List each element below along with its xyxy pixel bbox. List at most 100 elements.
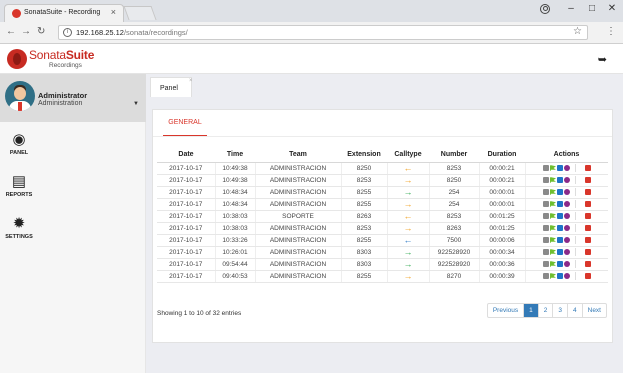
info-icon[interactable] — [543, 261, 549, 267]
pager-previous[interactable]: Previous — [488, 304, 525, 317]
info-icon[interactable] — [543, 201, 549, 207]
info-icon[interactable] — [543, 177, 549, 183]
trash-icon[interactable] — [584, 201, 591, 207]
trash-icon[interactable] — [584, 189, 591, 195]
caret-down-icon[interactable]: ▼ — [133, 101, 139, 107]
play-icon[interactable] — [564, 165, 570, 171]
browser-menu-icon[interactable]: ⋮ — [606, 26, 616, 37]
edit-icon[interactable] — [557, 261, 563, 267]
info-icon[interactable] — [543, 213, 549, 219]
table-row[interactable]: 2017-10-17 10:48:34 ADMINISTRACION 8255 → 254… — [157, 198, 608, 211]
column-header[interactable]: Calltype — [387, 147, 429, 163]
profile-icon[interactable] — [540, 4, 550, 14]
outgoing-call-arrow-icon: → — [403, 186, 413, 197]
play-icon[interactable] — [564, 237, 570, 243]
play-icon[interactable] — [564, 249, 570, 255]
pager-page-2[interactable]: 2 — [539, 304, 554, 317]
table-row[interactable]: 2017-10-17 10:49:38 ADMINISTRACION 8250 ← 825… — [157, 162, 608, 175]
edit-icon[interactable] — [557, 201, 563, 207]
info-icon[interactable] — [543, 249, 549, 255]
bookmark-star-icon[interactable]: ☆ — [573, 26, 582, 37]
play-icon[interactable] — [564, 273, 570, 279]
column-header[interactable]: Date — [157, 147, 215, 163]
cell-actions — [525, 186, 608, 199]
new-tab-button[interactable] — [123, 6, 157, 20]
table-row[interactable]: 2017-10-17 10:38:03 SOPORTE 8263 ← 8253 00:01:… — [157, 210, 608, 223]
site-info-icon[interactable]: i — [63, 28, 72, 37]
play-icon[interactable] — [564, 225, 570, 231]
pager-page-4[interactable]: 4 — [568, 304, 583, 317]
column-header[interactable]: Extension — [341, 147, 387, 163]
column-header[interactable]: Number — [429, 147, 479, 163]
flag-icon[interactable] — [550, 249, 556, 255]
edit-icon[interactable] — [557, 237, 563, 243]
edit-icon[interactable] — [557, 165, 563, 171]
sidebar-item-settings[interactable]: ✹ SETTINGS — [0, 216, 38, 241]
info-icon[interactable] — [543, 189, 549, 195]
maximize-icon[interactable]: □ — [584, 3, 600, 14]
tab-panel[interactable]: Panel × — [150, 77, 193, 97]
user-block[interactable]: Administrator Administration ▼ — [0, 74, 146, 122]
table-row[interactable]: 2017-10-17 10:49:38 ADMINISTRACION 8253 → 825… — [157, 174, 608, 187]
sidebar-item-reports[interactable]: ▤ REPORTS — [0, 174, 38, 199]
edit-icon[interactable] — [557, 225, 563, 231]
play-icon[interactable] — [564, 189, 570, 195]
tab-close-icon[interactable]: × — [111, 7, 116, 17]
play-icon[interactable] — [564, 213, 570, 219]
browser-tab[interactable]: SonataSuite - Recording × — [4, 4, 124, 22]
flag-icon[interactable] — [550, 261, 556, 267]
trash-icon[interactable] — [584, 165, 591, 171]
flag-icon[interactable] — [550, 189, 556, 195]
sidebar-item-panel[interactable]: ◉ PANEL — [0, 132, 38, 157]
window-close-icon[interactable]: ✕ — [604, 3, 620, 14]
trash-icon[interactable] — [584, 249, 591, 255]
flag-icon[interactable] — [550, 201, 556, 207]
flag-icon[interactable] — [550, 225, 556, 231]
flag-icon[interactable] — [550, 177, 556, 183]
trash-icon[interactable] — [584, 225, 591, 231]
trash-icon[interactable] — [584, 237, 591, 243]
play-icon[interactable] — [564, 261, 570, 267]
table-row[interactable]: 2017-10-17 10:48:34 ADMINISTRACION 8255 → 254… — [157, 186, 608, 199]
tab-close-icon[interactable]: × — [189, 78, 193, 84]
pager-next[interactable]: Next — [583, 304, 606, 317]
info-icon[interactable] — [543, 237, 549, 243]
subtab-general[interactable]: GENERAL — [163, 118, 207, 136]
flag-icon[interactable] — [550, 237, 556, 243]
play-icon[interactable] — [564, 177, 570, 183]
column-header[interactable]: Duration — [479, 147, 525, 163]
info-icon[interactable] — [543, 225, 549, 231]
edit-icon[interactable] — [557, 273, 563, 279]
cell-team: ADMINISTRACION — [255, 162, 342, 175]
info-icon[interactable] — [543, 165, 549, 171]
logout-icon[interactable]: ➥ — [598, 53, 607, 66]
trash-icon[interactable] — [584, 261, 591, 267]
url-input[interactable]: i 192.168.25.12/sonata/recordings/ ☆ — [58, 25, 588, 40]
play-icon[interactable] — [564, 201, 570, 207]
forward-icon[interactable]: → — [21, 26, 31, 37]
table-row[interactable]: 2017-10-17 09:40:53 ADMINISTRACION 8255 → 827… — [157, 270, 608, 283]
table-row[interactable]: 2017-10-17 10:33:26 ADMINISTRACION 8255 ← 750… — [157, 234, 608, 247]
flag-icon[interactable] — [550, 213, 556, 219]
edit-icon[interactable] — [557, 249, 563, 255]
edit-icon[interactable] — [557, 213, 563, 219]
reload-icon[interactable]: ↻ — [37, 26, 45, 37]
edit-icon[interactable] — [557, 177, 563, 183]
pager-page-1[interactable]: 1 — [524, 304, 539, 317]
minimize-icon[interactable]: – — [563, 3, 579, 14]
table-row[interactable]: 2017-10-17 10:26:01 ADMINISTRACION 8303 → 922… — [157, 246, 608, 259]
column-header[interactable]: Team — [255, 147, 341, 163]
edit-icon[interactable] — [557, 189, 563, 195]
trash-icon[interactable] — [584, 273, 591, 279]
flag-icon[interactable] — [550, 273, 556, 279]
back-icon[interactable]: ← — [6, 26, 16, 37]
column-header[interactable]: Time — [215, 147, 255, 163]
pager-page-3[interactable]: 3 — [553, 304, 568, 317]
trash-icon[interactable] — [584, 177, 591, 183]
trash-icon[interactable] — [584, 213, 591, 219]
info-icon[interactable] — [543, 273, 549, 279]
flag-icon[interactable] — [550, 165, 556, 171]
cell-actions — [525, 222, 608, 235]
table-row[interactable]: 2017-10-17 09:54:44 ADMINISTRACION 8303 → 922… — [157, 258, 608, 271]
table-row[interactable]: 2017-10-17 10:38:03 ADMINISTRACION 8253 → 826… — [157, 222, 608, 235]
